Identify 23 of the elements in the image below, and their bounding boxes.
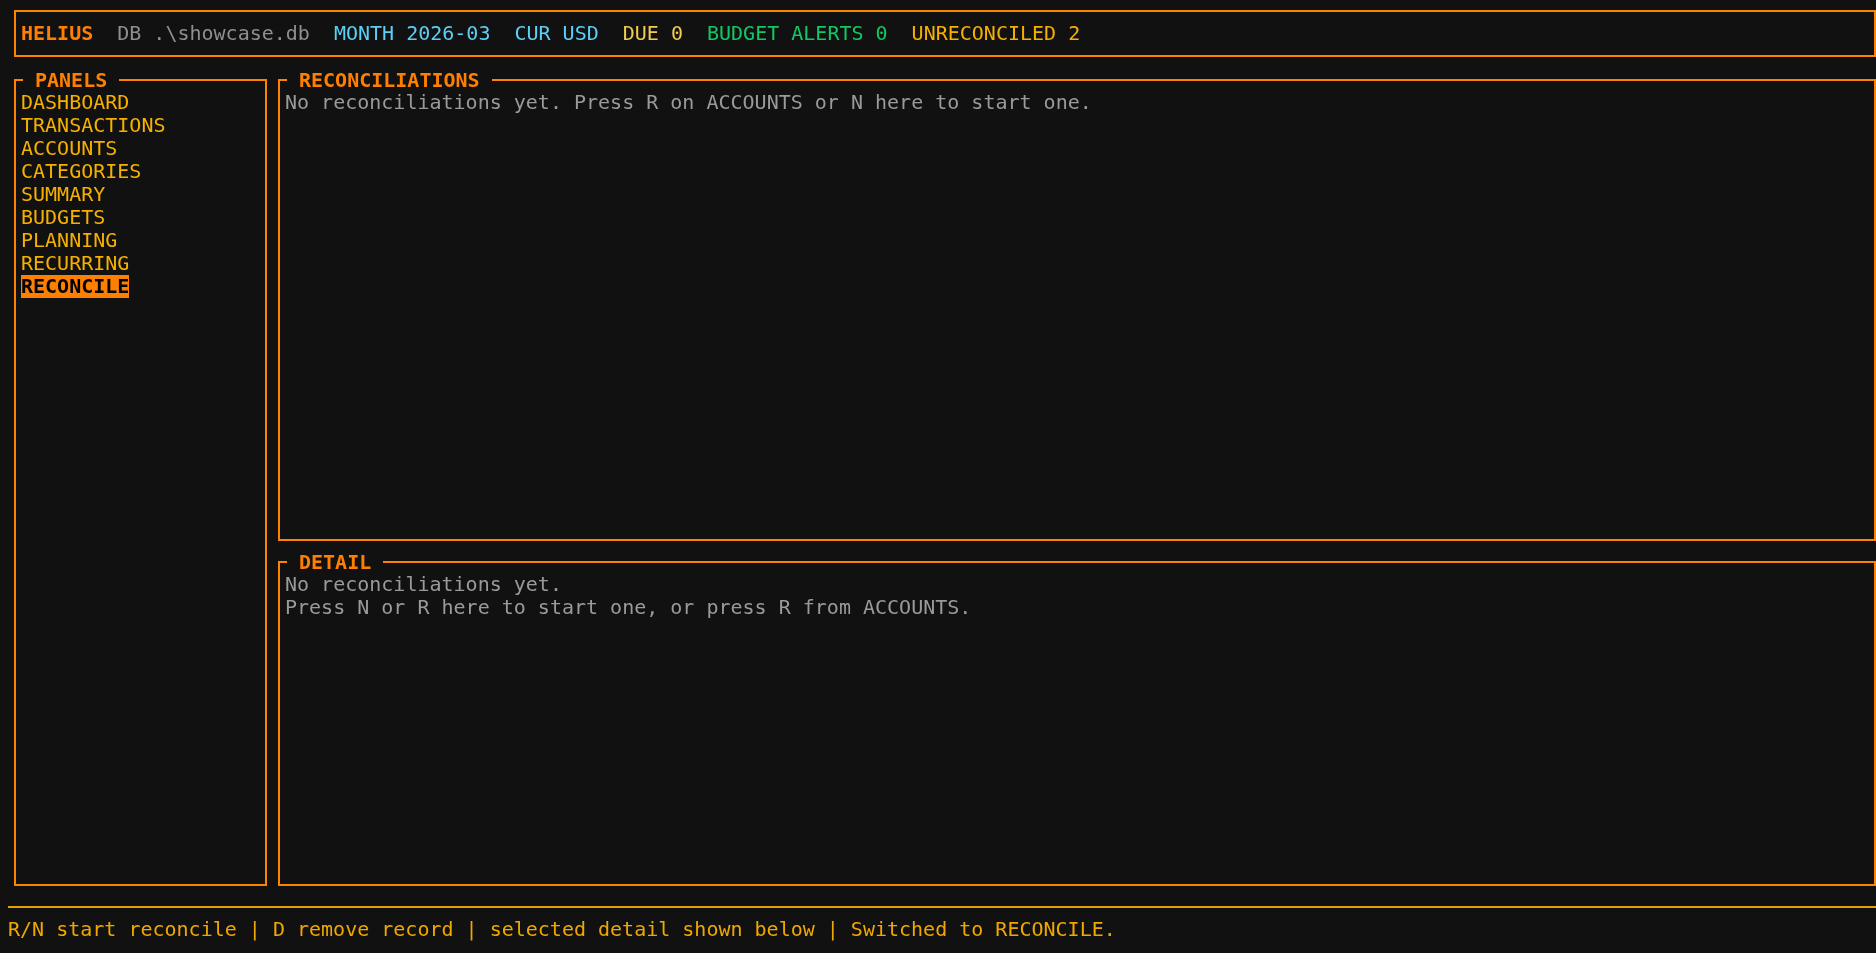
sidebar-item[interactable]: TRANSACTIONS: [21, 114, 166, 137]
sidebar-item[interactable]: RECURRING: [21, 252, 130, 275]
panel-title: RECONCILIATIONS: [298, 69, 481, 91]
sidebar-item[interactable]: PLANNING: [21, 229, 118, 252]
sidebar-item[interactable]: RECONCILE: [21, 275, 130, 298]
panel-title: DETAIL: [298, 551, 373, 573]
panel-title: PANELS: [34, 69, 109, 91]
detail-text: No reconciliations yet.: [285, 573, 563, 596]
header-stat: CUR USD: [514, 22, 599, 45]
header-stat: BUDGET ALERTS 0: [706, 22, 888, 45]
empty-message: No reconciliations yet. Press R on ACCOUNTS or N here to start one.: [285, 91, 1093, 114]
header-stat: UNRECONCILED 2: [911, 22, 1081, 45]
sidebar-item[interactable]: CATEGORIES: [21, 160, 142, 183]
sidebar-item[interactable]: SUMMARY: [21, 183, 106, 206]
header-stat: MONTH 2026-03: [333, 22, 491, 45]
status-text: R/N start reconcile | D remove record | selected detail shown below | Switched to RECONCILE.: [8, 917, 1116, 941]
detail-text: Press N or R here to start one, or press R from ACCOUNTS.: [285, 596, 973, 619]
sidebar-item[interactable]: BUDGETS: [21, 206, 106, 229]
app-name: HELIUS: [21, 22, 94, 45]
sidebar-item[interactable]: ACCOUNTS: [21, 137, 118, 160]
header-stat: DUE 0: [622, 22, 683, 45]
header-stat: DB .\showcase.db: [117, 22, 310, 45]
sidebar-item[interactable]: DASHBOARD: [21, 91, 130, 114]
